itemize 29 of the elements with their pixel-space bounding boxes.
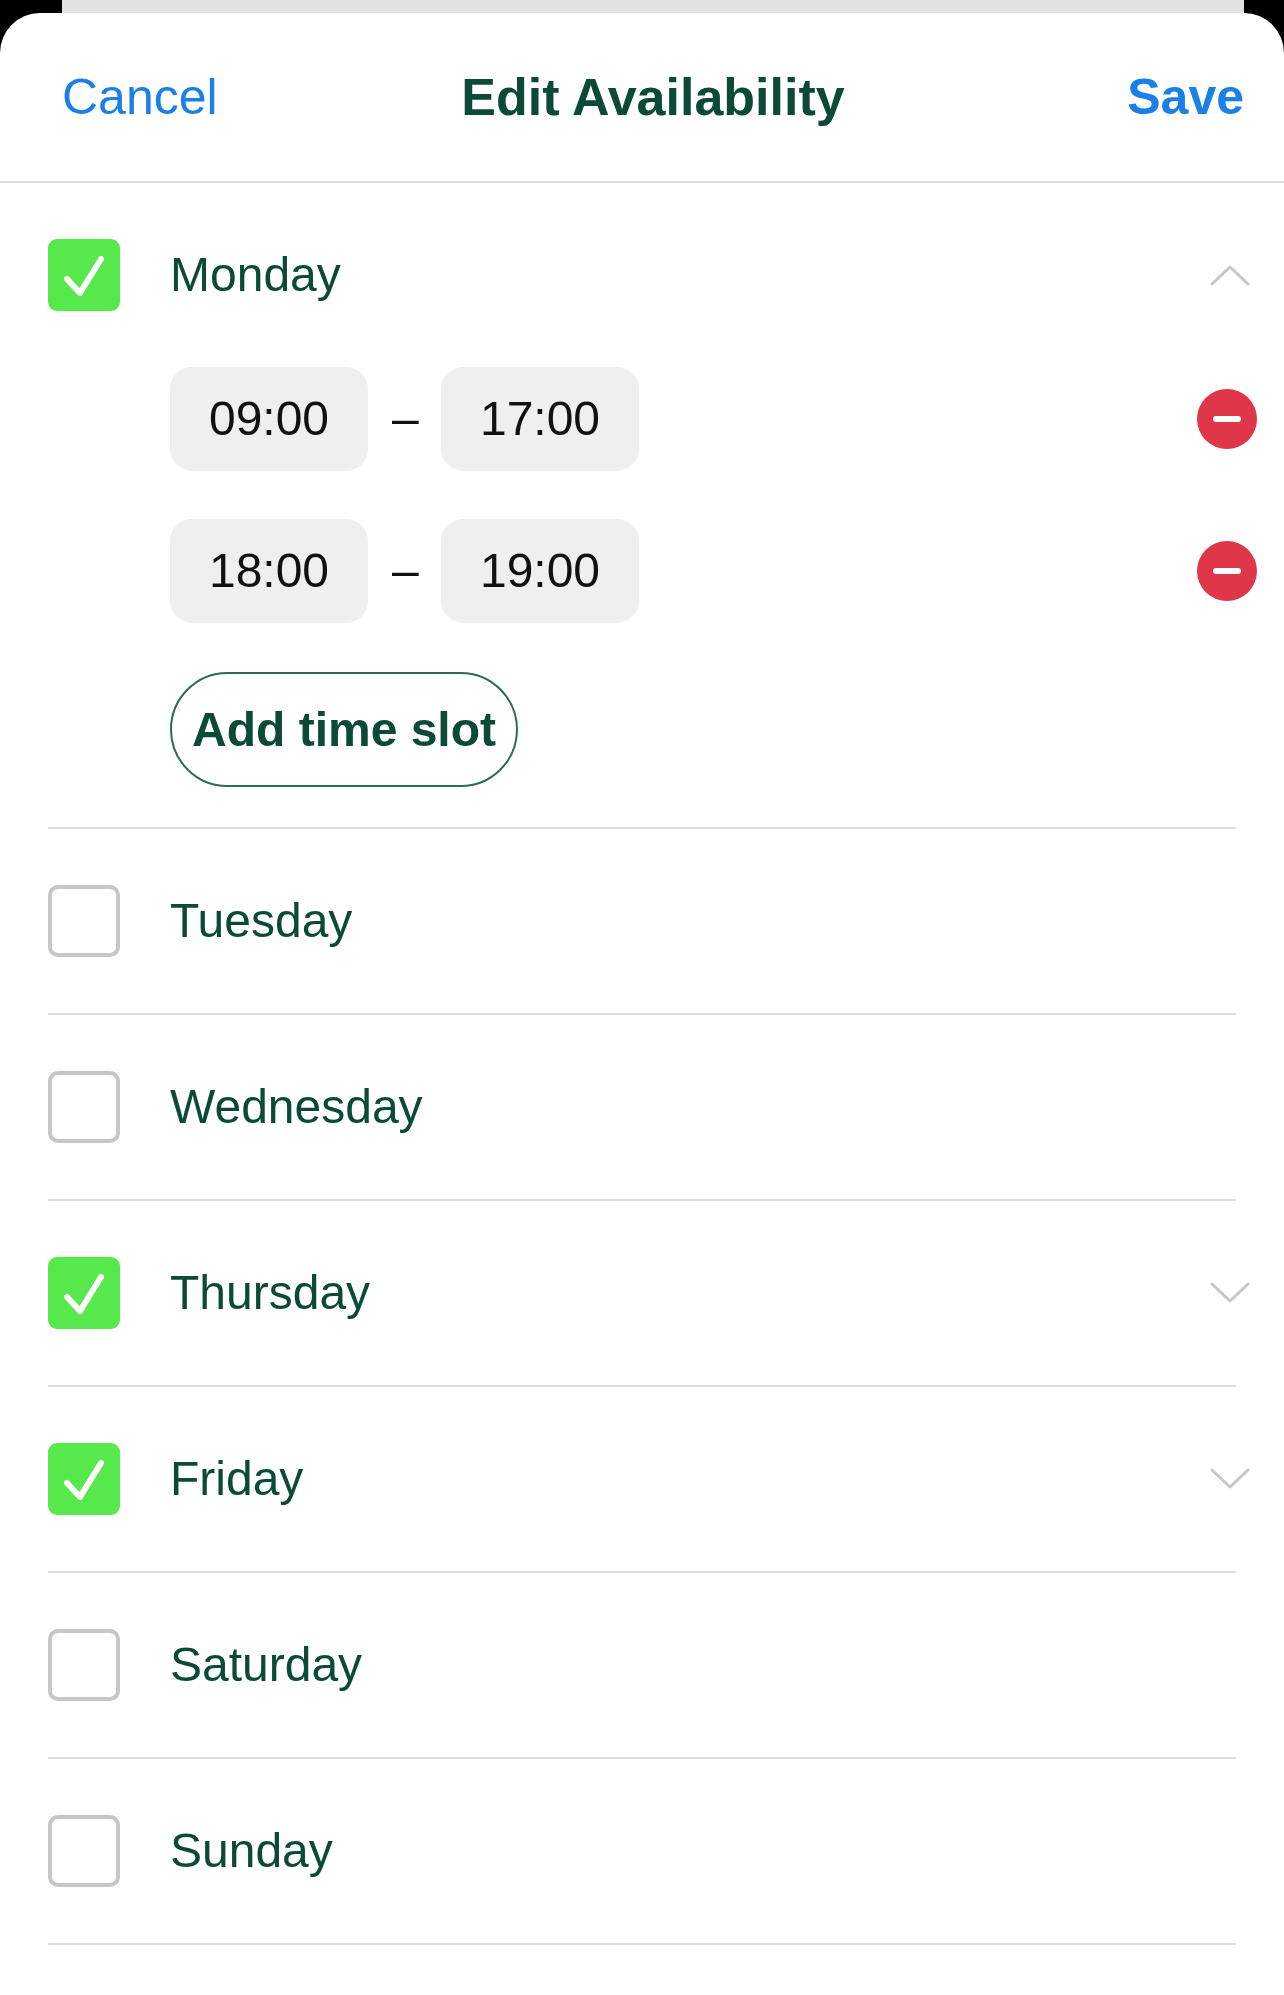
day-label: Monday <box>170 247 341 304</box>
day-label: Tuesday <box>170 893 353 950</box>
time-field[interactable]: 09:00 <box>170 367 368 471</box>
chevron-down-icon[interactable] <box>1210 1282 1250 1304</box>
checkbox[interactable] <box>48 1629 120 1701</box>
checkbox[interactable] <box>48 1257 120 1329</box>
checkbox[interactable] <box>48 1071 120 1143</box>
chevron-up-icon[interactable] <box>1210 264 1250 286</box>
checkbox[interactable] <box>48 239 120 311</box>
checkbox[interactable] <box>48 1443 120 1515</box>
time-separator: – <box>392 395 417 443</box>
chevron-down-icon[interactable] <box>1210 1468 1250 1490</box>
day-label: Friday <box>170 1451 304 1508</box>
day-label: Wednesday <box>170 1079 423 1136</box>
day-label: Sunday <box>170 1823 333 1880</box>
checkbox[interactable] <box>48 1815 120 1887</box>
time-separator: – <box>392 547 417 595</box>
checkbox[interactable] <box>48 885 120 957</box>
time-field[interactable]: 17:00 <box>441 367 639 471</box>
time-field[interactable]: 18:00 <box>170 519 368 623</box>
remove-icon[interactable] <box>1197 389 1257 449</box>
save-button[interactable]: Save <box>1127 67 1244 127</box>
time-field[interactable]: 19:00 <box>441 519 639 623</box>
day-label: Thursday <box>170 1265 371 1322</box>
sheet-title: Edit Availability <box>461 66 845 128</box>
remove-icon[interactable] <box>1197 541 1257 601</box>
cancel-button[interactable]: Cancel <box>62 67 218 127</box>
add-time-slot-button[interactable]: Add time slot <box>170 672 518 787</box>
day-label: Saturday <box>170 1637 363 1694</box>
